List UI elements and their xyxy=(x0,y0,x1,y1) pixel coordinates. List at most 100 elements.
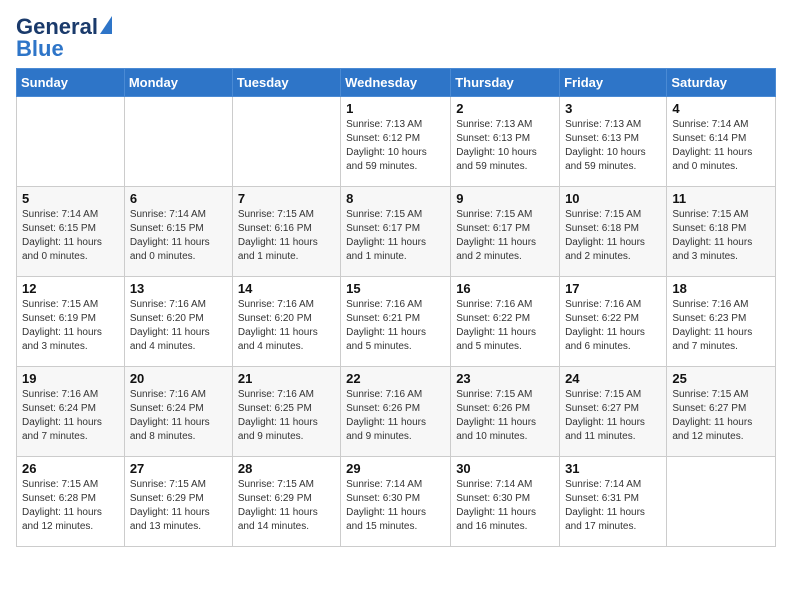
calendar-day: 16 Sunrise: 7:16 AM Sunset: 6:22 PM Dayli… xyxy=(451,277,560,367)
empty-cell xyxy=(124,97,232,187)
day-info: Sunrise: 7:14 AM Sunset: 6:30 PM Dayligh… xyxy=(346,478,445,534)
calendar-day: 21Sunrise: 7:16 AM Sunset: 6:25 PM Dayli… xyxy=(232,367,340,457)
calendar-day: 1Sunrise: 7:13 AM Sunset: 6:12 PM Daylig… xyxy=(341,97,451,187)
day-info: Sunrise: 7:15 AM Sunset: 6:29 PM Dayligh… xyxy=(238,478,335,534)
calendar-day: 4Sunrise: 7:14 AM Sunset: 6:14 PM Daylig… xyxy=(667,97,776,187)
page-header: General Blue xyxy=(16,16,776,60)
day-info: Sunrise: 7:14 AM Sunset: 6:15 PM Dayligh… xyxy=(130,208,227,264)
day-number: 15 xyxy=(346,281,445,296)
day-info: Sunrise: 7:14 AM Sunset: 6:31 PM Dayligh… xyxy=(565,478,661,534)
day-info: Sunrise: 7:16 AM Sunset: 6:21 PM Dayligh… xyxy=(346,298,445,354)
calendar-day: 5 Sunrise: 7:14 AM Sunset: 6:15 PM Daylig… xyxy=(17,187,125,277)
calendar-day: 30 Sunrise: 7:14 AM Sunset: 6:30 PM Dayli… xyxy=(451,457,560,547)
calendar-day: 8 Sunrise: 7:15 AM Sunset: 6:17 PM Daylig… xyxy=(341,187,451,277)
calendar-day: 6 Sunrise: 7:14 AM Sunset: 6:15 PM Daylig… xyxy=(124,187,232,277)
day-info: Sunrise: 7:16 AM Sunset: 6:24 PM Dayligh… xyxy=(22,388,119,444)
day-info: Sunrise: 7:16 AM Sunset: 6:22 PM Dayligh… xyxy=(565,298,661,354)
calendar-day: 13 Sunrise: 7:16 AM Sunset: 6:20 PM Dayli… xyxy=(124,277,232,367)
day-number: 13 xyxy=(130,281,227,296)
day-number: 14 xyxy=(238,281,335,296)
day-number: 30 xyxy=(456,461,554,476)
day-info: Sunrise: 7:15 AM Sunset: 6:17 PM Dayligh… xyxy=(456,208,554,264)
calendar-day: 26 Sunrise: 7:15 AM Sunset: 6:28 PM Dayli… xyxy=(17,457,125,547)
calendar-day: 12 Sunrise: 7:15 AM Sunset: 6:19 PM Dayli… xyxy=(17,277,125,367)
calendar-day: 9 Sunrise: 7:15 AM Sunset: 6:17 PM Daylig… xyxy=(451,187,560,277)
day-info: Sunrise: 7:16 AM Sunset: 6:20 PM Dayligh… xyxy=(238,298,335,354)
day-number: 7 xyxy=(238,191,335,206)
calendar-day: 2 Sunrise: 7:13 AM Sunset: 6:13 PM Daylig… xyxy=(451,97,560,187)
calendar-day: 28 Sunrise: 7:15 AM Sunset: 6:29 PM Dayli… xyxy=(232,457,340,547)
logo-text: General xyxy=(16,16,112,38)
day-number: 22 xyxy=(346,371,445,386)
day-info: Sunrise: 7:16 AM Sunset: 6:20 PM Dayligh… xyxy=(130,298,227,354)
calendar-day: 3Sunrise: 7:13 AM Sunset: 6:13 PM Daylig… xyxy=(560,97,667,187)
day-number: 17 xyxy=(565,281,661,296)
day-info: Sunrise: 7:15 AM Sunset: 6:29 PM Dayligh… xyxy=(130,478,227,534)
day-number: 9 xyxy=(456,191,554,206)
day-number: 11 xyxy=(672,191,770,206)
day-info: Sunrise: 7:16 AM Sunset: 6:26 PM Dayligh… xyxy=(346,388,445,444)
day-number: 25 xyxy=(672,371,770,386)
day-info: Sunrise: 7:14 AM Sunset: 6:15 PM Dayligh… xyxy=(22,208,119,264)
day-info: Sunrise: 7:16 AM Sunset: 6:25 PM Dayligh… xyxy=(238,388,335,444)
day-number: 12 xyxy=(22,281,119,296)
weekday-header: Thursday xyxy=(451,69,560,97)
day-number: 3 xyxy=(565,101,661,116)
day-info: Sunrise: 7:15 AM Sunset: 6:27 PM Dayligh… xyxy=(565,388,661,444)
calendar-day: 27 Sunrise: 7:15 AM Sunset: 6:29 PM Dayli… xyxy=(124,457,232,547)
logo-blue: Blue xyxy=(16,38,64,60)
weekday-header: Friday xyxy=(560,69,667,97)
day-number: 27 xyxy=(130,461,227,476)
day-number: 1 xyxy=(346,101,445,116)
day-info: Sunrise: 7:15 AM Sunset: 6:26 PM Dayligh… xyxy=(456,388,554,444)
day-number: 19 xyxy=(22,371,119,386)
empty-cell xyxy=(667,457,776,547)
day-number: 2 xyxy=(456,101,554,116)
calendar-day: 19 Sunrise: 7:16 AM Sunset: 6:24 PM Dayli… xyxy=(17,367,125,457)
weekday-header: Saturday xyxy=(667,69,776,97)
day-info: Sunrise: 7:15 AM Sunset: 6:19 PM Dayligh… xyxy=(22,298,119,354)
day-info: Sunrise: 7:15 AM Sunset: 6:17 PM Dayligh… xyxy=(346,208,445,264)
day-number: 28 xyxy=(238,461,335,476)
calendar-day: 11 Sunrise: 7:15 AM Sunset: 6:18 PM Dayli… xyxy=(667,187,776,277)
day-info: Sunrise: 7:15 AM Sunset: 6:18 PM Dayligh… xyxy=(565,208,661,264)
weekday-header: Tuesday xyxy=(232,69,340,97)
calendar-day: 23 Sunrise: 7:15 AM Sunset: 6:26 PM Dayli… xyxy=(451,367,560,457)
calendar-day: 7 Sunrise: 7:15 AM Sunset: 6:16 PM Daylig… xyxy=(232,187,340,277)
day-number: 18 xyxy=(672,281,770,296)
day-info: Sunrise: 7:16 AM Sunset: 6:23 PM Dayligh… xyxy=(672,298,770,354)
day-number: 10 xyxy=(565,191,661,206)
day-number: 23 xyxy=(456,371,554,386)
day-info: Sunrise: 7:14 AM Sunset: 6:30 PM Dayligh… xyxy=(456,478,554,534)
day-info: Sunrise: 7:16 AM Sunset: 6:24 PM Dayligh… xyxy=(130,388,227,444)
day-number: 31 xyxy=(565,461,661,476)
calendar-day: 25 Sunrise: 7:15 AM Sunset: 6:27 PM Dayli… xyxy=(667,367,776,457)
day-number: 29 xyxy=(346,461,445,476)
day-number: 4 xyxy=(672,101,770,116)
day-info: Sunrise: 7:15 AM Sunset: 6:27 PM Dayligh… xyxy=(672,388,770,444)
day-info: Sunrise: 7:15 AM Sunset: 6:16 PM Dayligh… xyxy=(238,208,335,264)
calendar-day: 18 Sunrise: 7:16 AM Sunset: 6:23 PM Dayli… xyxy=(667,277,776,367)
day-number: 24 xyxy=(565,371,661,386)
calendar-day: 29 Sunrise: 7:14 AM Sunset: 6:30 PM Dayli… xyxy=(341,457,451,547)
day-number: 5 xyxy=(22,191,119,206)
calendar-day: 10 Sunrise: 7:15 AM Sunset: 6:18 PM Dayli… xyxy=(560,187,667,277)
day-number: 16 xyxy=(456,281,554,296)
weekday-header: Wednesday xyxy=(341,69,451,97)
weekday-header: Monday xyxy=(124,69,232,97)
logo: General Blue xyxy=(16,16,112,60)
day-info: Sunrise: 7:15 AM Sunset: 6:28 PM Dayligh… xyxy=(22,478,119,534)
calendar-day: 20Sunrise: 7:16 AM Sunset: 6:24 PM Dayli… xyxy=(124,367,232,457)
empty-cell xyxy=(232,97,340,187)
calendar-day: 24 Sunrise: 7:15 AM Sunset: 6:27 PM Dayli… xyxy=(560,367,667,457)
empty-cell xyxy=(17,97,125,187)
day-number: 6 xyxy=(130,191,227,206)
day-info: Sunrise: 7:15 AM Sunset: 6:18 PM Dayligh… xyxy=(672,208,770,264)
calendar-day: 17 Sunrise: 7:16 AM Sunset: 6:22 PM Dayli… xyxy=(560,277,667,367)
day-info: Sunrise: 7:13 AM Sunset: 6:13 PM Dayligh… xyxy=(456,118,554,174)
calendar-day: 31 Sunrise: 7:14 AM Sunset: 6:31 PM Dayli… xyxy=(560,457,667,547)
calendar-day: 14 Sunrise: 7:16 AM Sunset: 6:20 PM Dayli… xyxy=(232,277,340,367)
day-number: 26 xyxy=(22,461,119,476)
day-info: Sunrise: 7:16 AM Sunset: 6:22 PM Dayligh… xyxy=(456,298,554,354)
day-number: 8 xyxy=(346,191,445,206)
